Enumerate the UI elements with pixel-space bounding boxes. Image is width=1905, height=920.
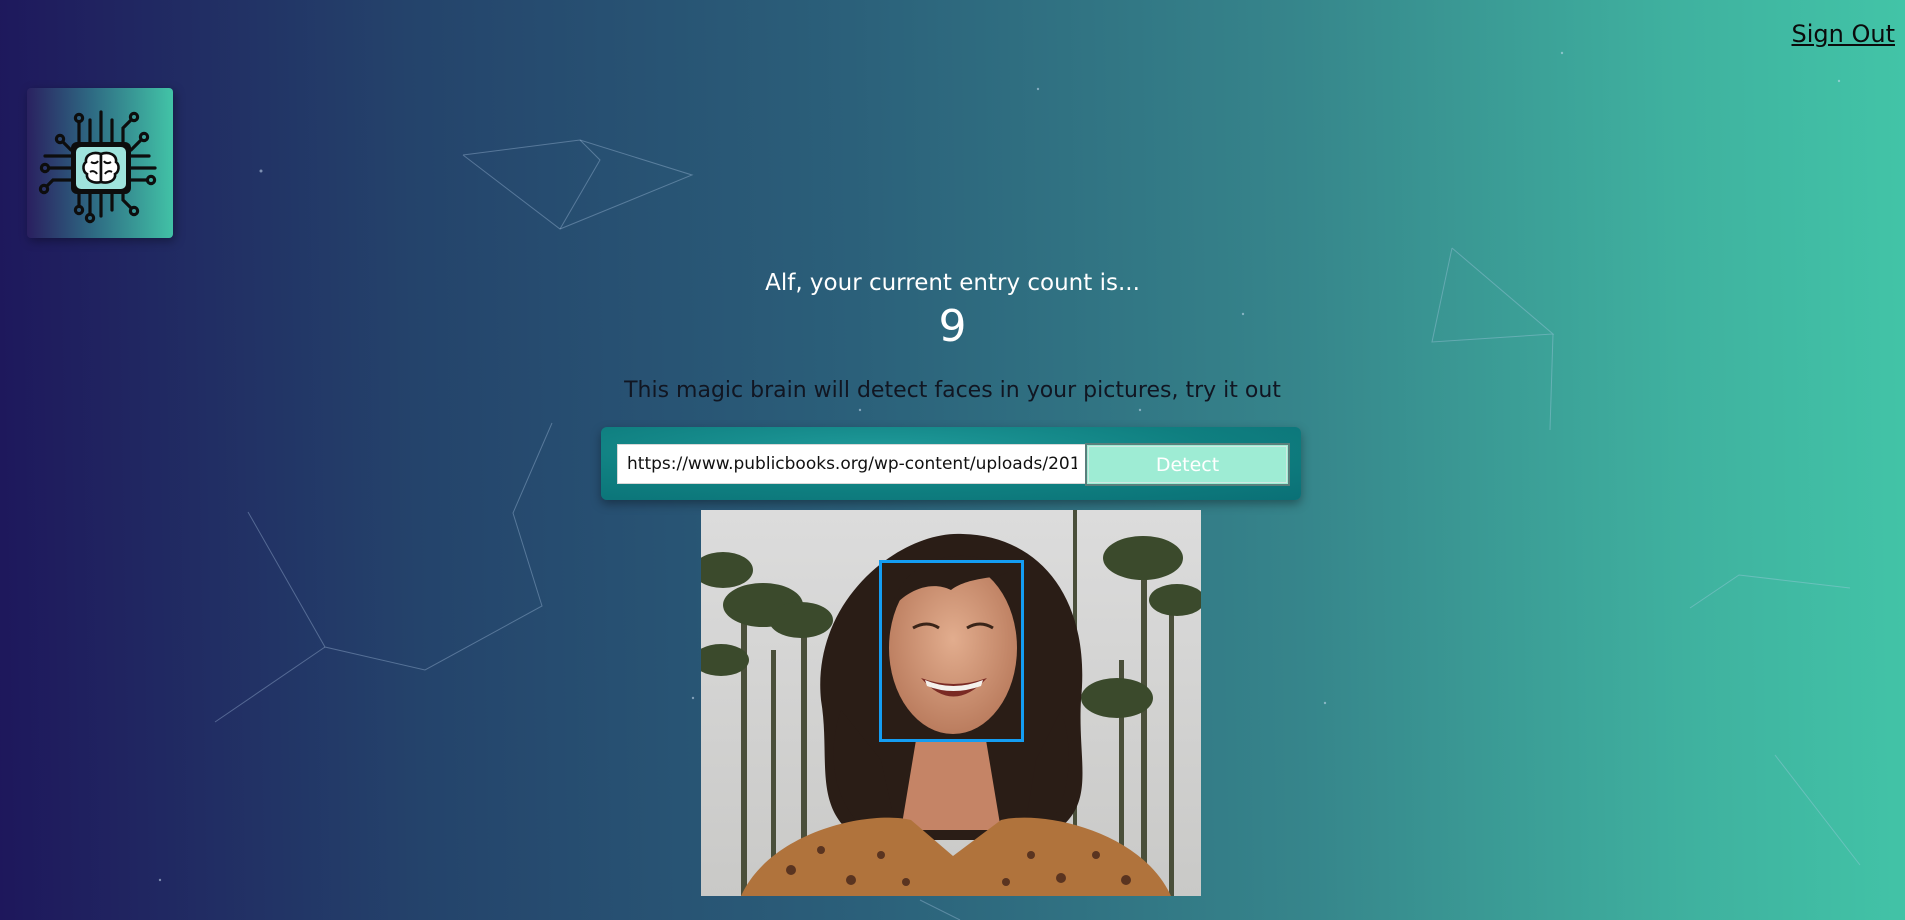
entry-count-value: 9	[938, 301, 967, 352]
result-image	[701, 510, 1201, 896]
image-url-input[interactable]	[617, 444, 1087, 484]
sign-out-link[interactable]: Sign Out	[1792, 20, 1896, 48]
face-bounding-box	[879, 560, 1024, 742]
image-url-form: Detect	[601, 427, 1301, 500]
brain-chip-icon	[38, 110, 157, 224]
entry-count-label: Alf, your current entry count is...	[765, 270, 1140, 296]
detect-button[interactable]: Detect	[1085, 443, 1290, 486]
logo[interactable]	[27, 88, 173, 238]
intro-text: This magic brain will detect faces in yo…	[624, 378, 1281, 403]
